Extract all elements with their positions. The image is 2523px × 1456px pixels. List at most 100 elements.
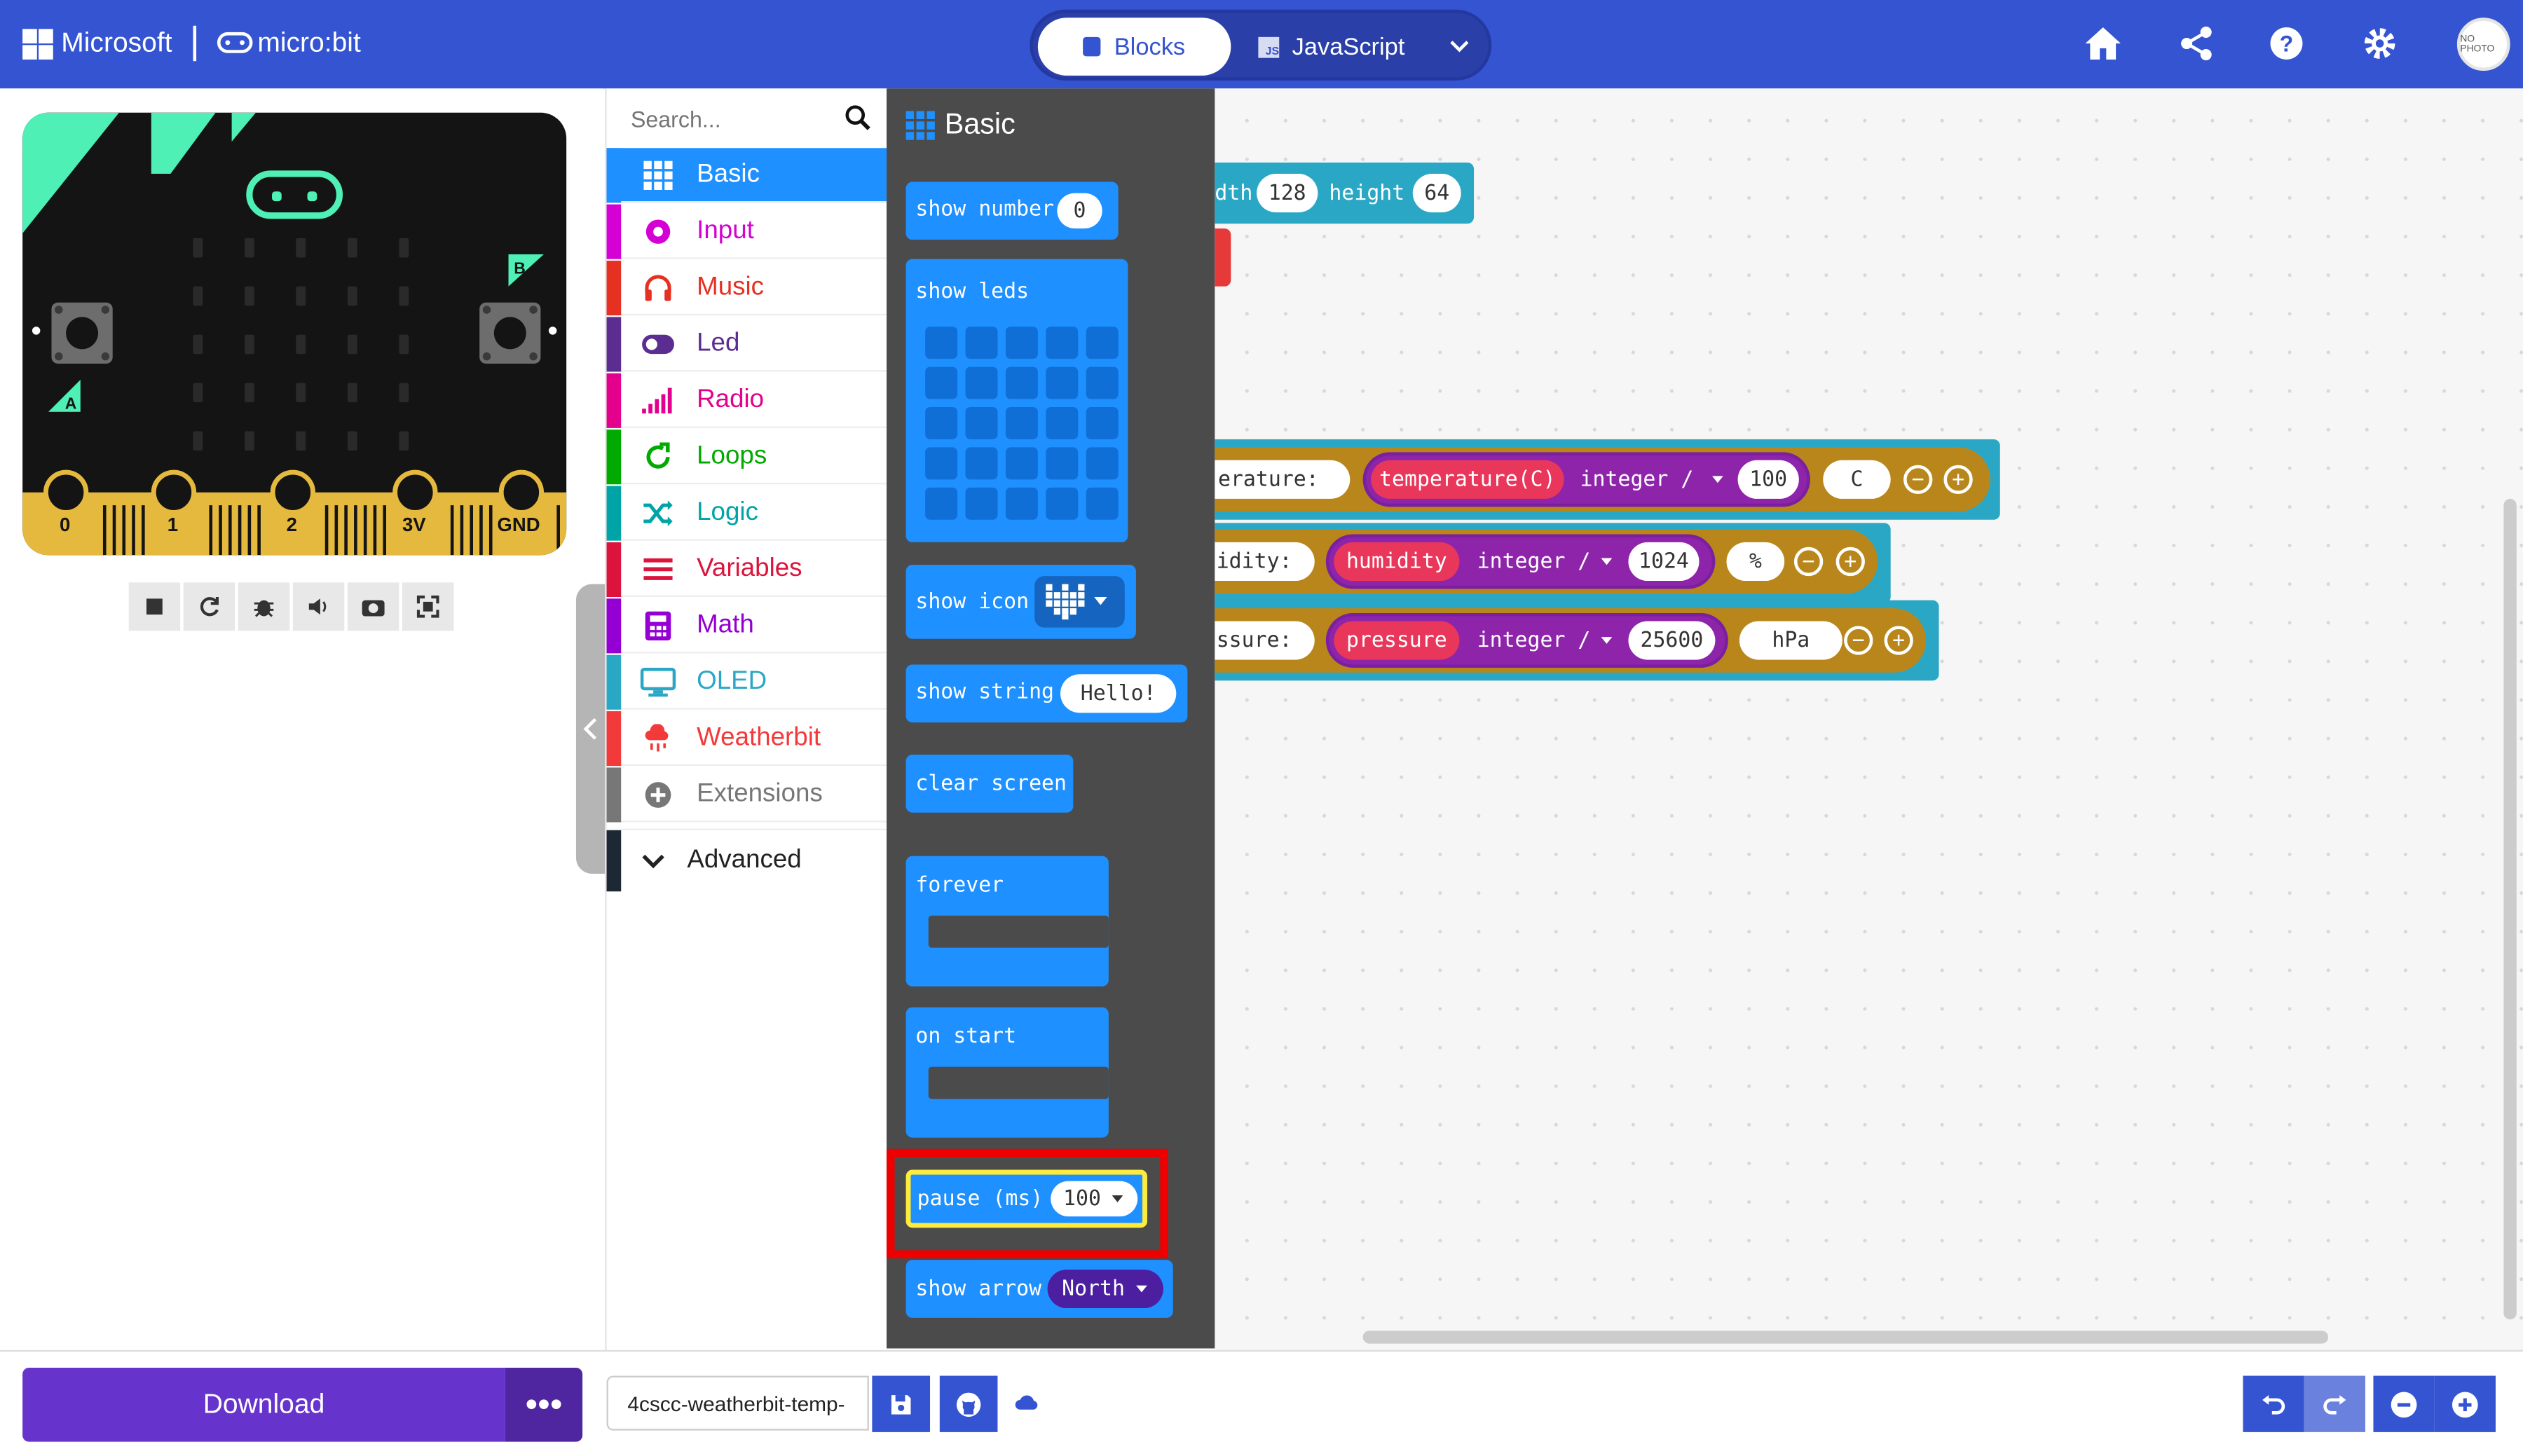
pin-1[interactable]	[151, 469, 197, 515]
remove-input-button[interactable]: −	[1793, 547, 1824, 577]
category-weatherbit[interactable]: Weatherbit	[606, 710, 887, 767]
led-cell[interactable]	[1046, 366, 1079, 399]
led-cell[interactable]	[1046, 487, 1079, 520]
blocks-workspace[interactable]: dth 128 height 64 erature: temperature(C…	[1215, 88, 2523, 1352]
screenshot-button[interactable]	[347, 582, 399, 631]
arrow-direction-dropdown[interactable]: North	[1047, 1269, 1163, 1309]
workspace-horizontal-scrollbar[interactable]	[1362, 1331, 2329, 1344]
zoom-in-button[interactable]	[2434, 1375, 2496, 1432]
temperature-label-string[interactable]: erature:	[1215, 460, 1351, 499]
humidity-unit-string[interactable]: %	[1726, 542, 1785, 582]
pin-3v[interactable]	[392, 469, 438, 515]
add-input-button[interactable]: +	[1884, 626, 1913, 655]
download-button[interactable]: Download	[22, 1368, 505, 1442]
temperature-operator-label[interactable]: integer /	[1580, 468, 1694, 492]
show-string-value[interactable]: Hello!	[1060, 674, 1177, 713]
github-button[interactable]	[939, 1375, 998, 1432]
category-loops[interactable]: Loops	[606, 429, 887, 485]
led-cell[interactable]	[925, 366, 958, 399]
dropdown-caret-icon[interactable]	[1599, 557, 1614, 567]
humidity-operator-label[interactable]: integer /	[1477, 550, 1591, 574]
pressure-join-block[interactable]: ssure: pressure integer / 25600 hPa − +	[1215, 608, 1927, 673]
microbit-simulator[interactable]: A B 0 1 2 3V GND	[22, 112, 567, 556]
show-string-block[interactable]: show string Hello!	[905, 664, 1188, 723]
microsoft-brand[interactable]: Microsoft	[61, 27, 172, 60]
humidity-label-string[interactable]: idity:	[1215, 542, 1315, 582]
add-input-button[interactable]: +	[1943, 465, 1973, 495]
oled-width-value[interactable]: 128	[1257, 174, 1318, 213]
led-cell[interactable]	[965, 447, 998, 480]
pressure-unit-string[interactable]: hPa	[1739, 621, 1842, 660]
remove-input-button[interactable]: −	[1903, 465, 1933, 495]
home-button[interactable]	[2082, 22, 2124, 64]
share-button[interactable]	[2175, 22, 2217, 64]
oled-init-block[interactable]: dth 128 height 64	[1215, 162, 1475, 224]
led-cell[interactable]	[925, 407, 958, 439]
category-logic[interactable]: Logic	[606, 485, 887, 541]
user-avatar[interactable]: NO PHOTO	[2456, 18, 2510, 71]
oled-height-value[interactable]: 64	[1412, 174, 1461, 213]
led-cell[interactable]	[1086, 487, 1119, 520]
led-cell[interactable]	[1005, 327, 1038, 359]
led-cell[interactable]	[1086, 407, 1119, 439]
led-cell[interactable]	[925, 327, 958, 359]
led-cell[interactable]	[1086, 366, 1119, 399]
language-dropdown-button[interactable]	[1440, 27, 1479, 66]
temperature-reading-block[interactable]: temperature(C)	[1371, 460, 1564, 499]
led-cell[interactable]	[1086, 327, 1119, 359]
dropdown-caret-icon[interactable]	[1711, 474, 1725, 484]
pressure-label-string[interactable]: ssure:	[1215, 621, 1315, 660]
led-cell[interactable]	[1046, 327, 1079, 359]
save-button[interactable]	[872, 1375, 931, 1432]
add-input-button[interactable]: +	[1835, 547, 1865, 577]
category-led[interactable]: Led	[606, 316, 887, 372]
button-a[interactable]	[51, 302, 113, 364]
led-cell[interactable]	[965, 407, 998, 439]
humidity-join-block[interactable]: idity: humidity integer / 1024 % − +	[1215, 529, 1878, 594]
humidity-divide-block[interactable]: humidity integer / 1024	[1325, 534, 1716, 589]
humidity-row-block[interactable]: idity: humidity integer / 1024 % − +	[1215, 523, 1891, 604]
led-cell[interactable]	[1086, 447, 1119, 480]
settings-button[interactable]	[2359, 22, 2401, 64]
variable-block-fragment[interactable]	[1215, 228, 1231, 287]
temperature-join-block[interactable]: erature: temperature(C) integer / 100 C …	[1215, 447, 1991, 512]
led-cell[interactable]	[965, 327, 998, 359]
workspace-vertical-scrollbar[interactable]	[2503, 498, 2517, 1320]
led-cell[interactable]	[1046, 407, 1079, 439]
led-editor-grid[interactable]	[925, 327, 1119, 520]
temperature-divide-block[interactable]: temperature(C) integer / 100	[1362, 452, 1810, 507]
show-icon-block[interactable]: show icon	[905, 565, 1136, 639]
show-leds-block[interactable]: show leds	[905, 259, 1128, 542]
pressure-divide-block[interactable]: pressure integer / 25600	[1325, 612, 1728, 668]
category-math[interactable]: Math	[606, 598, 887, 654]
redo-button[interactable]	[2304, 1375, 2365, 1432]
category-basic[interactable]: Basic	[606, 147, 887, 203]
mute-button[interactable]	[292, 582, 345, 631]
led-cell[interactable]	[1046, 447, 1079, 480]
dropdown-caret-icon[interactable]	[1599, 636, 1614, 645]
undo-button[interactable]	[2243, 1375, 2304, 1432]
blocks-tab[interactable]: Blocks	[1037, 18, 1231, 76]
stop-button[interactable]	[128, 582, 181, 631]
show-arrow-block[interactable]: show arrow North	[905, 1260, 1173, 1318]
led-cell[interactable]	[1005, 407, 1038, 439]
humidity-reading-block[interactable]: humidity	[1334, 542, 1460, 582]
category-radio[interactable]: Radio	[606, 372, 887, 428]
pressure-row-block[interactable]: ssure: pressure integer / 25600 hPa − +	[1215, 600, 1939, 681]
on-start-block[interactable]: on start	[905, 1007, 1109, 1138]
led-cell[interactable]	[965, 487, 998, 520]
pin-0[interactable]	[43, 469, 89, 515]
pressure-operator-label[interactable]: integer /	[1477, 629, 1591, 653]
show-number-block[interactable]: show number 0	[905, 181, 1119, 240]
humidity-divisor-value[interactable]: 1024	[1628, 542, 1700, 582]
search-icon[interactable]	[845, 104, 870, 130]
category-music[interactable]: Music	[606, 259, 887, 316]
zoom-out-button[interactable]	[2373, 1375, 2435, 1432]
led-cell[interactable]	[1005, 487, 1038, 520]
more-options-button[interactable]: •••	[505, 1368, 583, 1442]
led-cell[interactable]	[965, 366, 998, 399]
led-cell[interactable]	[1005, 366, 1038, 399]
advanced-category[interactable]: Advanced	[606, 828, 887, 892]
pressure-reading-block[interactable]: pressure	[1334, 621, 1460, 660]
pin-2[interactable]	[270, 469, 315, 515]
